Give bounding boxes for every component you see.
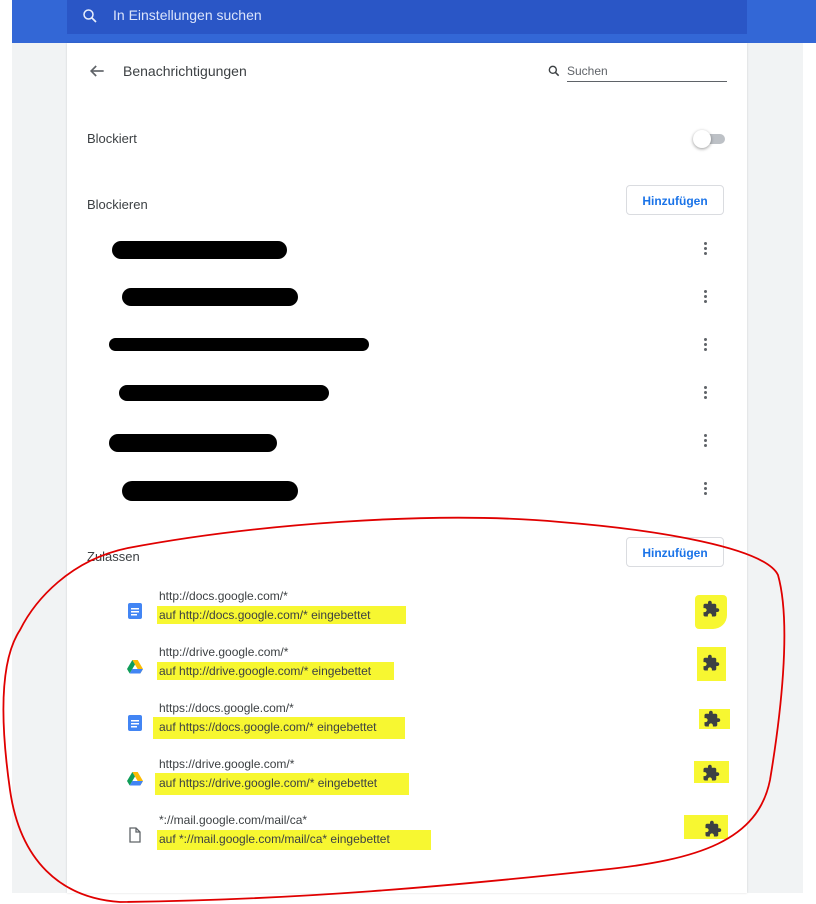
settings-search-placeholder: In Einstellungen suchen xyxy=(113,7,262,23)
extension-puzzle-icon[interactable] xyxy=(704,820,722,838)
site-search-placeholder: Suchen xyxy=(567,64,608,78)
site-url: *://mail.google.com/mail/ca* xyxy=(159,813,308,827)
blocked-site-row[interactable] xyxy=(67,322,747,370)
back-arrow-icon[interactable] xyxy=(87,61,107,81)
extension-puzzle-icon[interactable] xyxy=(702,600,720,618)
blocked-site-row[interactable] xyxy=(67,370,747,418)
blocked-toggle-label: Blockiert xyxy=(87,131,137,146)
allowed-site-row[interactable]: http://docs.google.com/* auf http://docs… xyxy=(67,589,747,645)
more-options-icon[interactable] xyxy=(697,432,713,452)
embedded-text: auf https://docs.google.com/* eingebette… xyxy=(159,720,377,734)
blocked-toggle[interactable] xyxy=(693,130,727,148)
site-url: http://docs.google.com/* xyxy=(159,589,288,603)
blocked-site-row[interactable] xyxy=(67,226,747,274)
search-icon xyxy=(548,65,560,77)
more-options-icon[interactable] xyxy=(697,288,713,308)
redacted-site xyxy=(109,338,369,351)
allowed-site-row[interactable]: https://drive.google.com/* auf https://d… xyxy=(67,757,747,813)
site-url: https://docs.google.com/* xyxy=(159,701,294,715)
block-section-heading: Blockieren xyxy=(87,197,148,212)
extension-puzzle-icon[interactable] xyxy=(702,764,720,782)
file-icon xyxy=(129,827,141,843)
settings-search-box[interactable]: In Einstellungen suchen xyxy=(67,0,747,34)
site-search-input[interactable]: Suchen xyxy=(547,60,727,82)
blocked-site-row[interactable] xyxy=(67,274,747,322)
embedded-text: auf *://mail.google.com/mail/ca* eingebe… xyxy=(159,832,390,846)
toggle-knob xyxy=(693,130,711,148)
redacted-site xyxy=(119,385,329,401)
block-add-button[interactable]: Hinzufügen xyxy=(626,185,724,215)
extension-puzzle-icon[interactable] xyxy=(703,710,721,728)
docs-icon xyxy=(128,715,142,731)
drive-icon xyxy=(127,772,143,786)
redacted-site xyxy=(122,288,298,306)
extension-puzzle-icon[interactable] xyxy=(702,654,720,672)
redacted-site xyxy=(109,434,277,452)
allow-add-button[interactable]: Hinzufügen xyxy=(626,537,724,567)
drive-icon xyxy=(127,660,143,674)
page-title: Benachrichtigungen xyxy=(123,63,247,79)
blocked-site-row[interactable] xyxy=(67,418,747,466)
more-options-icon[interactable] xyxy=(697,480,713,500)
more-options-icon[interactable] xyxy=(697,384,713,404)
docs-icon xyxy=(128,603,142,619)
redacted-site xyxy=(122,481,298,501)
allowed-site-row[interactable]: http://drive.google.com/* auf http://dri… xyxy=(67,645,747,701)
embedded-text: auf http://docs.google.com/* eingebettet xyxy=(159,608,371,622)
allowed-site-row[interactable]: https://docs.google.com/* auf https://do… xyxy=(67,701,747,757)
allowed-site-row[interactable]: *://mail.google.com/mail/ca* auf *://mai… xyxy=(67,813,747,869)
embedded-text: auf https://drive.google.com/* eingebett… xyxy=(159,776,378,790)
site-url: http://drive.google.com/* xyxy=(159,645,289,659)
search-underline xyxy=(567,81,727,82)
more-options-icon[interactable] xyxy=(697,240,713,260)
redacted-site xyxy=(112,241,287,259)
notifications-card: Benachrichtigungen Suchen Blockiert Bloc… xyxy=(67,43,747,893)
blocked-site-row[interactable] xyxy=(67,466,747,514)
site-url: https://drive.google.com/* xyxy=(159,757,295,771)
search-icon xyxy=(83,9,97,23)
allow-section-heading: Zulassen xyxy=(87,549,140,564)
more-options-icon[interactable] xyxy=(697,336,713,356)
embedded-text: auf http://drive.google.com/* eingebette… xyxy=(159,664,372,678)
